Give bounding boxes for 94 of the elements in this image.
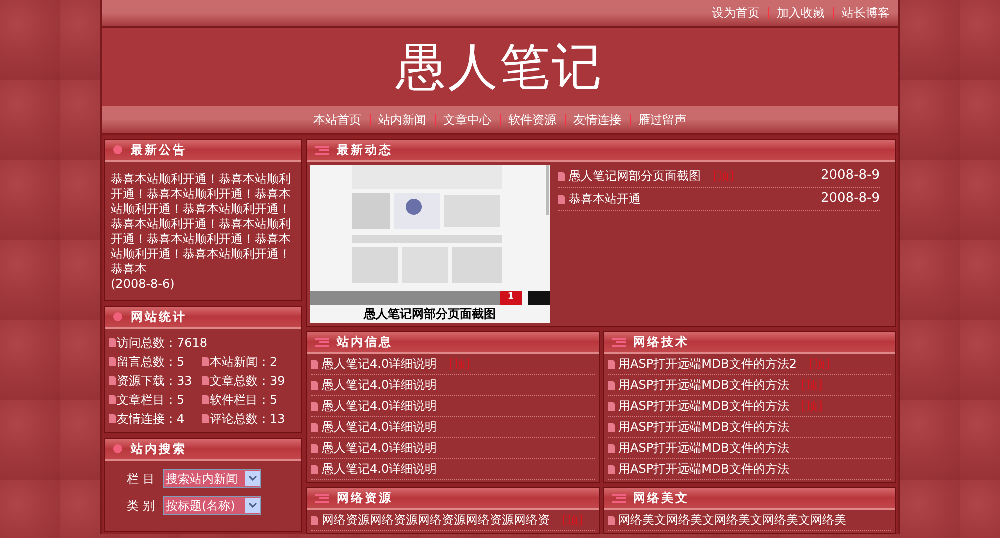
article-link[interactable]: 愚人笔记4.0详细说明 <box>322 418 438 436</box>
document-icon <box>202 395 209 404</box>
document-icon <box>558 172 565 180</box>
news-date: 2008-8-9 <box>820 167 880 186</box>
stat-text: 文章总数：39 <box>210 372 286 390</box>
article-link[interactable]: 网络美文网络美文网络美文网络美文网络美 <box>618 511 846 529</box>
stat-text: 友情连接：4 <box>117 410 185 428</box>
document-icon <box>608 360 614 368</box>
nav-link[interactable]: 本站首页 <box>314 110 362 128</box>
field-label: 栏 目 <box>127 470 155 488</box>
field-label: 类 别 <box>127 498 155 514</box>
notice-date: (2008-8-6) <box>111 277 176 292</box>
document-icon <box>311 464 318 474</box>
chevron-down-icon <box>248 476 256 481</box>
document-icon <box>608 402 614 410</box>
select-field[interactable]: 搜索站内新闻 <box>163 469 261 488</box>
document-icon <box>608 516 614 524</box>
stat-text: 资源下载：33 <box>117 372 192 390</box>
stat-text: 文章栏目：5 <box>117 392 185 408</box>
panel-title: 网络资源 <box>337 490 393 507</box>
document-icon <box>311 380 318 390</box>
site-title: 愚人笔记 <box>396 42 604 92</box>
article-link[interactable]: 用ASP打开远端MDB文件的方法 <box>618 439 790 457</box>
document-icon <box>311 516 318 524</box>
top-tag: [顶] <box>562 511 584 529</box>
article-link[interactable]: 愚人笔记4.0详细说明 <box>322 397 438 415</box>
top-link[interactable]: 站长博客 <box>842 4 890 22</box>
top-tag: [顶] <box>449 355 470 373</box>
list-icon <box>315 146 329 154</box>
top-tag: [顶] <box>713 167 734 185</box>
stat-text: 本站新闻：2 <box>210 354 278 370</box>
notice-text: 恭喜本站顺利开通！恭喜本站顺利开通！恭喜本站顺利开通！恭喜本站顺利开通！恭喜本站顺利开通！恭喜本站顺利开通！恭喜本站顺利开通！恭喜本站顺利开通！恭喜本站顺利开通！恭喜本站顺利开通！恭喜本 <box>111 172 292 277</box>
nav-link[interactable]: 友情连接 <box>574 110 622 128</box>
dot-icon <box>113 312 123 322</box>
news-date: 2008-8-9 <box>820 190 880 208</box>
document-icon <box>311 422 318 432</box>
slide-number[interactable]: 1 <box>500 291 522 305</box>
panel-title: 站内搜索 <box>131 441 187 458</box>
list-icon <box>315 338 329 346</box>
list-icon <box>612 338 626 346</box>
dot-icon <box>113 444 123 454</box>
article-link[interactable]: 用ASP打开远端MDB文件的方法2 <box>618 355 798 373</box>
document-icon <box>311 360 318 368</box>
document-icon <box>608 444 614 452</box>
select-field[interactable]: 按标题(名称) <box>163 496 261 515</box>
stat-text: 留言总数：5 <box>117 354 185 370</box>
nav-link[interactable]: 文章中心 <box>444 110 492 128</box>
news-link[interactable]: 恭喜本站开通 <box>569 190 641 208</box>
article-link[interactable]: 用ASP打开远端MDB文件的方法 <box>618 376 790 394</box>
article-link[interactable]: 网络资源网络资源网络资源网络资源网络资 <box>322 511 550 529</box>
document-icon <box>109 357 116 366</box>
document-icon <box>109 414 116 423</box>
document-icon <box>202 414 209 423</box>
document-icon <box>311 444 318 452</box>
list-icon <box>315 494 329 502</box>
document-icon <box>608 380 614 390</box>
article-link[interactable]: 用ASP打开远端MDB文件的方法 <box>618 418 790 436</box>
panel-title: 最新公告 <box>131 142 187 159</box>
document-icon <box>558 194 565 204</box>
document-icon <box>311 402 318 410</box>
news-link[interactable]: 愚人笔记网部分页面截图 <box>569 167 701 185</box>
document-icon <box>608 464 614 474</box>
stat-text: 评论总数：13 <box>210 410 286 428</box>
document-icon <box>109 376 116 385</box>
document-icon <box>202 357 209 366</box>
top-tag: [顶] <box>801 397 823 415</box>
article-link[interactable]: 愚人笔记4.0详细说明 <box>322 376 438 394</box>
chevron-down-icon <box>248 503 256 508</box>
stat-text: 访问总数：7618 <box>117 334 208 352</box>
document-icon <box>109 338 116 347</box>
nav-link[interactable]: 软件资源 <box>508 110 556 128</box>
top-link[interactable]: 加入收藏 <box>777 4 825 22</box>
top-tag: [顶] <box>801 376 823 394</box>
panel-title: 网站统计 <box>131 309 187 326</box>
panel-title: 站内信息 <box>337 334 393 351</box>
article-link[interactable]: 用ASP打开远端MDB文件的方法 <box>618 460 790 478</box>
document-icon <box>202 376 209 385</box>
top-link[interactable]: 设为首页 <box>712 4 760 22</box>
article-link[interactable]: 愚人笔记4.0详细说明 <box>322 439 438 457</box>
panel-title: 网络美文 <box>634 490 690 507</box>
article-link[interactable]: 愚人笔记4.0详细说明 <box>322 355 438 373</box>
list-icon <box>612 494 626 502</box>
slide-caption: 愚人笔记网部分页面截图 <box>362 306 497 323</box>
article-link[interactable]: 愚人笔记4.0详细说明 <box>322 460 438 478</box>
stat-text: 软件栏目：5 <box>210 392 278 408</box>
document-icon <box>109 395 116 404</box>
dot-icon <box>113 145 123 155</box>
nav-link[interactable]: 站内新闻 <box>378 110 426 128</box>
panel-title: 最新动态 <box>337 142 393 159</box>
document-icon <box>608 422 614 432</box>
nav-link[interactable]: 雁过留声 <box>638 110 686 128</box>
top-tag: [顶] <box>809 355 830 373</box>
panel-title: 网络技术 <box>634 334 690 351</box>
article-link[interactable]: 用ASP打开远端MDB文件的方法 <box>618 397 790 415</box>
